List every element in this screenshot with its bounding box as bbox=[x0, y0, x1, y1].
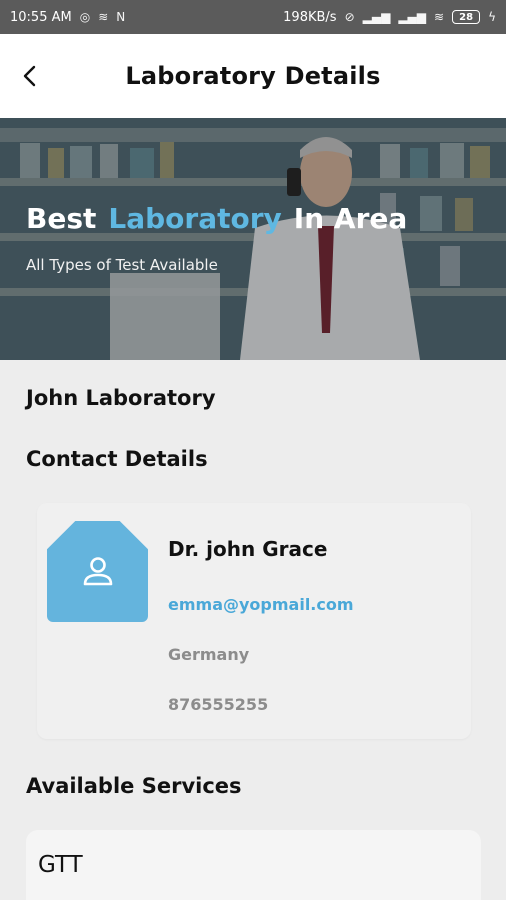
contact-section-title: Contact Details bbox=[26, 447, 208, 471]
signal-icon: ▂▄▆ bbox=[362, 10, 391, 24]
battery-icon: 28 bbox=[452, 10, 481, 24]
doctor-email[interactable]: emma@yopmail.com bbox=[168, 595, 354, 614]
avatar bbox=[47, 521, 148, 622]
hero-headline: Best Laboratory In Area bbox=[26, 202, 407, 235]
wifi-icon: ≋ bbox=[98, 10, 109, 24]
services-section-title: Available Services bbox=[26, 774, 242, 798]
signal-icon: ▂▄▆ bbox=[398, 10, 427, 24]
hero-headline-part2: In Area bbox=[293, 202, 408, 235]
status-left: 10:55 AM ◎ ≋ N bbox=[10, 10, 125, 25]
hero-subtitle: All Types of Test Available bbox=[26, 256, 218, 274]
wifi-icon: ≋ bbox=[434, 10, 445, 24]
alarm-icon: ⊘ bbox=[344, 10, 355, 24]
status-bar: 10:55 AM ◎ ≋ N 198KB/s ⊘ ▂▄▆ ▂▄▆ ≋ 28 ϟ bbox=[0, 0, 506, 34]
hero-headline-accent: Laboratory bbox=[108, 202, 282, 235]
service-name: GTT bbox=[38, 852, 83, 878]
lab-name: John Laboratory bbox=[26, 386, 216, 410]
hero-banner: Best Laboratory In Area All Types of Tes… bbox=[0, 118, 506, 360]
page-title: Laboratory Details bbox=[125, 62, 381, 90]
back-button[interactable] bbox=[14, 58, 44, 94]
hero-overlay bbox=[0, 118, 506, 360]
app-bar: Laboratory Details bbox=[0, 34, 506, 118]
chevron-left-icon bbox=[23, 65, 36, 87]
n-icon: N bbox=[116, 10, 126, 24]
doctor-name: Dr. john Grace bbox=[168, 537, 328, 561]
charging-icon: ϟ bbox=[488, 10, 496, 24]
doctor-phone[interactable]: 876555255 bbox=[168, 695, 268, 714]
network-speed: 198KB/s bbox=[283, 9, 337, 25]
status-time: 10:55 AM bbox=[10, 9, 72, 25]
hero-headline-part1: Best bbox=[26, 202, 97, 235]
user-icon bbox=[83, 556, 112, 585]
service-card[interactable]: GTT bbox=[26, 830, 481, 900]
status-right: 198KB/s ⊘ ▂▄▆ ▂▄▆ ≋ 28 ϟ bbox=[283, 10, 496, 25]
whatsapp-icon: ◎ bbox=[79, 10, 91, 24]
contact-card: Dr. john Grace emma@yopmail.com Germany … bbox=[37, 503, 471, 739]
doctor-country: Germany bbox=[168, 645, 250, 664]
